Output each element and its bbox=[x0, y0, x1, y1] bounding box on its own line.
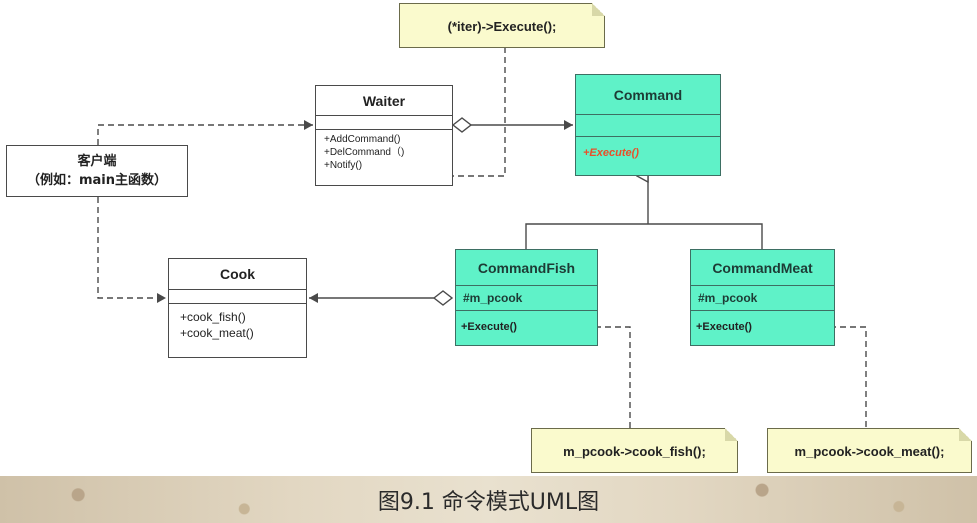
class-command-fish-name: CommandFish bbox=[456, 250, 597, 286]
meat-attribute: #m_pcook bbox=[698, 291, 758, 305]
class-waiter-name: Waiter bbox=[316, 86, 452, 116]
class-cook-name: Cook bbox=[169, 259, 306, 290]
note-fold-corner bbox=[959, 428, 972, 441]
note-iter-text: (*iter)->Execute(); bbox=[447, 19, 557, 34]
client-box: 客户端 （例如：main主函数） bbox=[6, 145, 188, 197]
command-abstract-method: +Execute() bbox=[583, 147, 639, 159]
class-cook-attributes bbox=[169, 290, 306, 304]
waiter-method: +DelCommand（) bbox=[324, 147, 405, 158]
class-command-name: Command bbox=[576, 75, 720, 115]
note-iter-execute: (*iter)->Execute(); bbox=[399, 3, 605, 48]
waiter-method: +Notify() bbox=[324, 160, 363, 171]
class-command-fish: CommandFish #m_pcook +Execute() bbox=[455, 249, 598, 346]
class-command-meat-methods: +Execute() bbox=[691, 311, 834, 345]
class-waiter: Waiter +AddCommand() +DelCommand（) +Noti… bbox=[315, 85, 453, 186]
note-meat-text: m_pcook->cook_meat(); bbox=[794, 444, 945, 459]
class-command-attributes bbox=[576, 115, 720, 137]
waiter-method: +AddCommand() bbox=[324, 134, 401, 145]
class-command-meat-attributes: #m_pcook bbox=[691, 286, 834, 311]
waiter-command-aggregation-diamond bbox=[451, 117, 473, 133]
uml-diagram: Waiter +AddCommand() +DelCommand（) +Noti… bbox=[0, 0, 977, 523]
class-command-fish-methods: +Execute() bbox=[456, 311, 597, 345]
class-command-meat: CommandMeat #m_pcook +Execute() bbox=[690, 249, 835, 346]
note-fish-text: m_pcook->cook_fish(); bbox=[563, 444, 706, 459]
client-subtitle: （例如：main主函数） bbox=[26, 173, 168, 188]
client-title: 客户端 bbox=[77, 154, 117, 169]
meat-method: +Execute() bbox=[696, 321, 752, 333]
class-cook-methods: +cook_fish() +cook_meat() bbox=[169, 304, 306, 357]
fish-cook-aggregation-diamond bbox=[432, 290, 454, 306]
fish-method: +Execute() bbox=[461, 321, 517, 333]
note-cook-meat: m_pcook->cook_meat(); bbox=[767, 428, 972, 473]
cook-method: +cook_fish() bbox=[180, 310, 246, 324]
class-command-meat-name: CommandMeat bbox=[691, 250, 834, 286]
inheritance-branch bbox=[525, 223, 763, 249]
class-command: Command +Execute() bbox=[575, 74, 721, 176]
note-cook-fish: m_pcook->cook_fish(); bbox=[531, 428, 738, 473]
class-waiter-attributes bbox=[316, 116, 452, 130]
fish-attribute: #m_pcook bbox=[463, 291, 523, 305]
class-command-methods: +Execute() bbox=[576, 137, 720, 175]
class-waiter-methods: +AddCommand() +DelCommand（) +Notify() bbox=[316, 130, 452, 186]
class-command-fish-attributes: #m_pcook bbox=[456, 286, 597, 311]
cook-method: +cook_meat() bbox=[180, 326, 254, 340]
client-cook-dependency bbox=[97, 197, 166, 303]
class-cook: Cook +cook_fish() +cook_meat() bbox=[168, 258, 307, 358]
note-fold-corner bbox=[725, 428, 738, 441]
client-waiter-dependency bbox=[97, 120, 313, 145]
note-fold-corner bbox=[592, 3, 605, 16]
figure-caption: 图9.1 命令模式UML图 bbox=[377, 490, 600, 515]
